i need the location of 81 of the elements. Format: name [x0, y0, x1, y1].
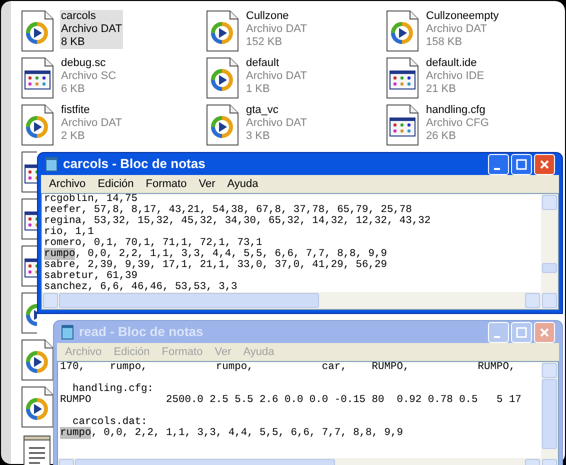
- file-item[interactable]: gta_vc Archivo DAT 3 KB: [205, 104, 385, 146]
- text-line: regina, 53,32, 15,32, 45,32, 34,30, 65,32, 14,32, 12,32, 43,32: [44, 216, 432, 227]
- menu-item[interactable]: Edición: [98, 176, 134, 192]
- file-item[interactable]: handling.cfg Archivo CFG 26 KB: [385, 104, 545, 146]
- media-file-icon: [385, 10, 419, 52]
- minimize-icon: [494, 336, 500, 338]
- text-line: rumpo, 0,0, 2,2, 1,1, 3,3, 4,4, 5,5, 6,6, 7,7, 8,8, 9,9: [60, 428, 404, 439]
- media-file-icon: [20, 339, 54, 381]
- file-item[interactable]: carcols Archivo DAT 8 KB: [20, 10, 205, 52]
- file-name: default: [246, 57, 280, 70]
- file-type: Archivo DAT: [246, 117, 307, 130]
- file-item[interactable]: debug.sc Archivo SC 6 KB: [20, 57, 205, 99]
- file-type: Archivo CFG: [426, 117, 489, 130]
- file-type: Archivo DAT: [61, 23, 122, 36]
- file-size: 6 KB: [61, 83, 86, 96]
- close-button[interactable]: [534, 154, 555, 174]
- maximize-icon: [516, 158, 527, 170]
- file-size: 1 KB: [246, 83, 271, 96]
- file-size: 8 KB: [61, 36, 86, 49]
- media-file-icon: [20, 10, 54, 52]
- settings-file-icon: [20, 57, 54, 99]
- text-line: reefer, 57,8, 8,17, 43,21, 54,38, 67,8, 37,78, 65,79, 25,78: [44, 205, 413, 216]
- media-file-icon: [205, 10, 239, 52]
- settings-file-icon: [385, 104, 419, 146]
- file-name: fistfite: [61, 104, 91, 117]
- horizontal-scrollbar[interactable]: [42, 292, 541, 309]
- file-name: gta_vc: [246, 104, 280, 117]
- maximize-button[interactable]: [511, 154, 532, 174]
- media-file-icon: [205, 104, 239, 146]
- file-size: 3 KB: [246, 130, 271, 143]
- text-line: rio, 1,1: [44, 227, 94, 238]
- file-size: 2 KB: [61, 130, 86, 143]
- media-file-icon: [205, 57, 239, 99]
- close-icon: [539, 158, 550, 170]
- notepad-icon: [61, 324, 75, 340]
- text-line: rumpo, 0,0, 2,2, 1,1, 3,3, 4,4, 5,5, 6,6, 7,7, 8,8, 9,9: [44, 249, 388, 260]
- file-name: default.ide: [426, 57, 478, 70]
- notepad-icon: [45, 156, 59, 172]
- file-name: Cullzone: [246, 10, 290, 23]
- text-line: romero, 0,1, 70,1, 71,1, 72,1, 73,1: [44, 238, 264, 249]
- vertical-scrollbar[interactable]: [541, 362, 558, 465]
- file-size: 158 KB: [426, 36, 464, 49]
- menu-item[interactable]: Formato: [146, 176, 187, 192]
- text-line: 170, rumpo, rumpo, car, RUMPO, RUMPO,: [60, 362, 516, 373]
- close-icon: [539, 326, 550, 338]
- file-item[interactable]: Cullzoneempty Archivo DAT 158 KB: [385, 10, 545, 52]
- file-item[interactable]: fistfite Archivo DAT 2 KB: [20, 104, 205, 146]
- settings-file-icon: [385, 57, 419, 99]
- file-type: Archivo SC: [61, 70, 116, 83]
- file-size: 152 KB: [246, 36, 284, 49]
- text-line: handling.cfg:: [71, 384, 155, 395]
- menu-item[interactable]: Ver: [198, 176, 216, 192]
- file-name: carcols: [61, 10, 97, 23]
- media-file-icon: [20, 386, 54, 428]
- media-file-icon: [20, 104, 54, 146]
- text-line: RUMPO 2500.0 2.5 5.5 2.6 0.0 0.0 -0.15 80 0.92 0.78 0.5 5 17: [60, 395, 522, 406]
- minimize-button[interactable]: [488, 154, 509, 174]
- file-item[interactable]: default.ide Archivo IDE 21 KB: [385, 57, 545, 99]
- file-name: handling.cfg: [426, 104, 486, 117]
- vertical-scrollbar[interactable]: [541, 194, 558, 309]
- file-type: Archivo DAT: [246, 23, 307, 36]
- file-item[interactable]: Cullzone Archivo DAT 152 KB: [205, 10, 385, 52]
- file-type: Archivo DAT: [246, 70, 307, 83]
- minimize-icon: [494, 168, 500, 170]
- text-line: sanchez, 6,6, 46,46, 53,53, 3,3: [44, 282, 238, 292]
- file-size: 21 KB: [426, 83, 457, 96]
- file-item[interactable]: default Archivo DAT 1 KB: [205, 57, 385, 99]
- menu-item[interactable]: Ayuda: [227, 176, 258, 192]
- file-name: debug.sc: [61, 57, 107, 70]
- maximize-icon: [516, 326, 527, 338]
- window-title: carcols - Bloc de notas: [63, 155, 206, 174]
- text-line: carcols.dat:: [71, 417, 148, 428]
- menu-item[interactable]: Archivo: [49, 176, 86, 192]
- text-line: sabre, 2,39, 9,39, 17,1, 21,1, 33,0, 37,0, 41,29, 56,29: [44, 260, 388, 271]
- file-type: Archivo DAT: [426, 23, 488, 36]
- window-title: read - Bloc de notas: [79, 323, 204, 342]
- file-size: 26 KB: [426, 130, 457, 143]
- file-type: Archivo IDE: [426, 70, 484, 83]
- text-line: sabretur, 61,39: [44, 271, 139, 282]
- file-name: Cullzoneempty: [426, 10, 499, 23]
- file-type: Archivo DAT: [61, 117, 122, 130]
